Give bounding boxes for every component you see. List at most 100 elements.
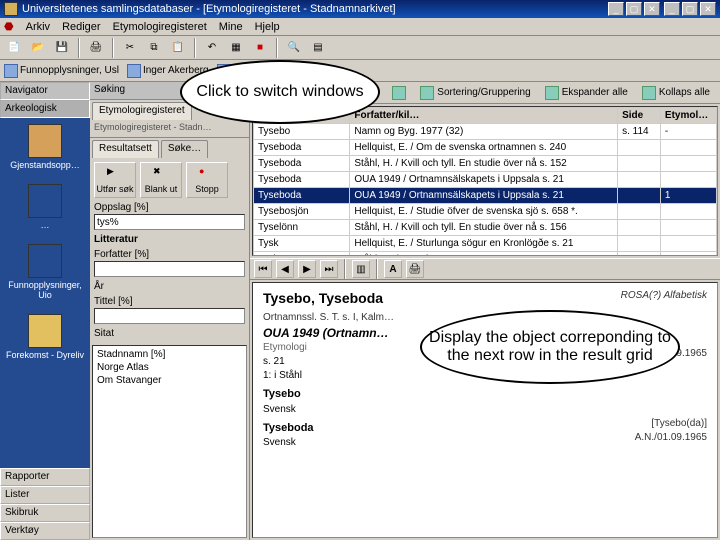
table-cell: Tyseboda (254, 188, 350, 204)
tittel-input[interactable] (94, 308, 245, 324)
nav-verktoy[interactable]: Verktøy (0, 522, 90, 540)
surface-icon[interactable]: ▦ (226, 38, 246, 58)
minimize-button[interactable]: _ (664, 2, 680, 16)
blank-ut-button[interactable]: ✖Blank ut (140, 162, 182, 198)
grid-icon (28, 314, 62, 348)
callout-text: Click to switch windows (196, 83, 363, 101)
maximize-button[interactable]: ▢ (682, 2, 698, 16)
child-maximize-button[interactable]: ▢ (626, 2, 642, 16)
save-icon[interactable]: 💾 (52, 38, 72, 58)
collapse-all-button[interactable]: Kollaps alle (638, 85, 714, 101)
content-panel: Sortering/Gruppering Ekspander alle Koll… (250, 82, 720, 540)
table-cell (660, 252, 716, 257)
table-cell (660, 156, 716, 172)
nav-rapporter[interactable]: Rapporter (0, 468, 90, 486)
oppslag-input[interactable] (94, 214, 245, 230)
record-nav-toolbar: ⏮ ◀ ▶ ⏭ ▥ A 🖨 (250, 258, 720, 280)
menu-arkiv[interactable]: Arkiv (26, 21, 50, 33)
menu-hjelp[interactable]: Hjelp (255, 21, 280, 33)
result-grid[interactable]: Oppslag Forfatter/kil… Side Etymol… Tyse… (252, 106, 718, 256)
undo-icon[interactable]: ↶ (202, 38, 222, 58)
print-icon[interactable]: 🖨 (86, 38, 106, 58)
font-button[interactable]: A (384, 260, 402, 278)
window-title: Universitetenes samlingsdatabaser - [Ety… (22, 3, 608, 15)
callout-text: Display the object correponding to the n… (422, 329, 678, 365)
color-icon[interactable]: ■ (250, 38, 270, 58)
nav-skibruk[interactable]: Skibruk (0, 504, 90, 522)
search-list[interactable]: Stadnnamn [%] Norge Atlas Om Stavanger (92, 345, 247, 538)
print-detail-button[interactable]: 🖨 (406, 260, 424, 278)
nav-item-forekomst[interactable]: Forekomst - Dyreliv (5, 314, 85, 360)
close-button[interactable]: ✕ (700, 2, 716, 16)
paste-icon[interactable]: 📋 (168, 38, 188, 58)
table-cell: 1 (660, 188, 716, 204)
table-row[interactable]: TyskStåhl, H. / SBMrk IIIs. 27 (254, 252, 717, 257)
menu-etymologi[interactable]: Etymologiregisteret (113, 21, 207, 33)
last-record-button[interactable]: ⏭ (320, 260, 338, 278)
new-icon[interactable]: 📄 (4, 38, 24, 58)
aar-label: År (94, 281, 245, 292)
next-record-button[interactable]: ▶ (298, 260, 316, 278)
list-item[interactable]: Norge Atlas (95, 361, 244, 374)
table-cell: OUA 1949 / Ortnamnsälskapets i Uppsala s… (350, 172, 618, 188)
cut-icon[interactable]: ✂ (120, 38, 140, 58)
col-etymol[interactable]: Etymol… (660, 108, 716, 124)
search-icon[interactable]: 🔍 (284, 38, 304, 58)
table-row[interactable]: TysebodaHellquist, E. / Om de svenska or… (254, 140, 717, 156)
tab-soke[interactable]: Søke… (161, 140, 208, 158)
separator (376, 259, 378, 279)
tab-resultatsett[interactable]: Resultatsett (92, 140, 159, 158)
table-cell: Namn og Byg. 1977 (32) (350, 124, 618, 140)
app-icon (4, 2, 18, 16)
forfatter-input[interactable] (94, 261, 245, 277)
nav-item-gjenstand[interactable]: Gjenstandsopp… (5, 124, 85, 170)
prev-record-button[interactable]: ◀ (276, 260, 294, 278)
list-item[interactable]: Stadnnamn [%] (95, 348, 244, 361)
table-row[interactable]: TysebodaStåhl, H. / Kvill och tyll. En s… (254, 156, 717, 172)
open-icon[interactable]: 📂 (28, 38, 48, 58)
first-record-button[interactable]: ⏮ (254, 260, 272, 278)
table-cell (660, 220, 716, 236)
section-tysebo: Tysebo (263, 387, 707, 402)
window-tab-funnopp[interactable]: Funnopplysninger, Usl (4, 64, 119, 78)
etymologi-label: Etymologi (263, 341, 394, 355)
table-row[interactable]: TysebodaOUA 1949 / Ortnamnsälskapets i U… (254, 172, 717, 188)
child-minimize-button[interactable]: _ (608, 2, 624, 16)
menubar: ⬣ Arkiv Rediger Etymologiregisteret Mine… (0, 18, 720, 36)
section-tysebo-sub: Svensk (263, 403, 707, 417)
collapse-icon (642, 86, 656, 100)
nav-label: Forekomst - Dyreliv (6, 350, 84, 360)
child-close-button[interactable]: ✕ (644, 2, 660, 16)
menu-mine[interactable]: Mine (219, 21, 243, 33)
search-subtabs: Resultatsett Søke… (90, 138, 249, 158)
navigator-panel: Navigator Arkeologisk Gjenstandsopp… … F… (0, 82, 90, 540)
tab-etymologi[interactable]: Etymologiregisteret (92, 102, 192, 120)
detail-source: OUA 1949 (Ortnamn… (263, 325, 394, 342)
nav-lister[interactable]: Lister (0, 486, 90, 504)
col-forfatter[interactable]: Forfatter/kil… (350, 108, 618, 124)
table-cell (618, 140, 661, 156)
detail-subheading: Ortnamnssl. S. T. s. I, Kalm… (263, 311, 394, 325)
nav-item-funnopp[interactable]: Funnopplysninger, Uio (5, 244, 85, 300)
table-row[interactable]: TyseboNamn og Byg. 1977 (32)s. 114- (254, 124, 717, 140)
sheet-icon[interactable]: ▤ (308, 38, 328, 58)
table-row[interactable]: TysebodaOUA 1949 / Ortnamnsälskapets i U… (254, 188, 717, 204)
main-area: Navigator Arkeologisk Gjenstandsopp… … F… (0, 82, 720, 540)
navigator-tab[interactable]: Arkeologisk (0, 100, 90, 118)
utfor-sok-button[interactable]: ▶Utfør søk (94, 162, 136, 198)
grid-icon-button[interactable] (388, 85, 410, 101)
table-row[interactable]: TyskHellquist, E. / Sturlunga sögur en K… (254, 236, 717, 252)
stopp-button[interactable]: ●Stopp (186, 162, 228, 198)
col-side[interactable]: Side (618, 108, 661, 124)
expand-all-button[interactable]: Ekspander alle (541, 85, 632, 101)
sort-group-button[interactable]: Sortering/Gruppering (416, 85, 534, 101)
search-form: ▶Utfør søk ✖Blank ut ●Stopp Oppslag [%] … (90, 158, 249, 343)
litteratur-group: Litteratur (94, 234, 245, 245)
table-row[interactable]: TyselönnStåhl, H. / Kvill och tyll. En s… (254, 220, 717, 236)
copy-icon[interactable]: ⧉ (144, 38, 164, 58)
list-item[interactable]: Om Stavanger (95, 374, 244, 387)
table-row[interactable]: TysebosjönHellquist, E. / Studie öfver d… (254, 204, 717, 220)
nav-item-2[interactable]: … (5, 184, 85, 230)
menu-rediger[interactable]: Rediger (62, 21, 101, 33)
view-button[interactable]: ▥ (352, 260, 370, 278)
